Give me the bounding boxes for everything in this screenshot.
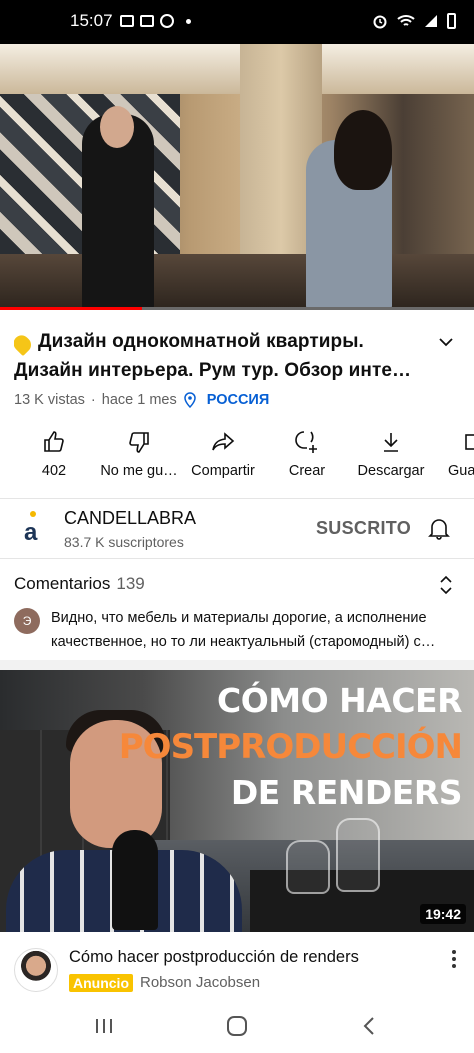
- more-options-icon[interactable]: [452, 950, 456, 968]
- channel-row[interactable]: a CANDELLABRA 83.7 K suscriptores SUSCRI…: [0, 500, 474, 558]
- video-progress-fill: [0, 307, 143, 310]
- comments-count: 139: [116, 574, 145, 593]
- upload-age: hace 1 mes: [101, 392, 177, 408]
- subscriber-count: 83.7 K suscriptores: [64, 534, 184, 550]
- create-button[interactable]: Crear: [262, 428, 352, 479]
- comments-section[interactable]: Comentarios 139 Э Видно, что мебель и мат…: [0, 558, 474, 666]
- advertiser-name: Robson Jacobsen: [140, 974, 261, 991]
- status-time: 15:07: [70, 11, 113, 30]
- whatsapp-notification-icon: [160, 14, 174, 28]
- ad-thumbnail-headline: CÓMO HACER POSTPRODUCCIÓN DE RENDERS: [118, 681, 463, 812]
- location-pin-icon: [183, 392, 196, 408]
- ad-info-row[interactable]: Cómo hacer postproducción de renders Anu…: [0, 934, 474, 1006]
- signal-icon: [425, 15, 437, 27]
- ad-badge: Anuncio: [69, 974, 133, 992]
- subscribed-button[interactable]: SUSCRITO: [316, 518, 411, 539]
- channel-avatar[interactable]: a: [16, 510, 50, 546]
- bell-icon[interactable]: [428, 516, 450, 540]
- back-icon[interactable]: [362, 1016, 376, 1036]
- youtube-notification-icon: [140, 15, 154, 27]
- wifi-icon: [397, 15, 415, 26]
- video-title: Дизайн однокомнатной квартиры. Дизайн ин…: [14, 327, 424, 385]
- ad-thumbnail[interactable]: CÓMO HACER POSTPRODUCCIÓN DE RENDERS 19:…: [0, 670, 474, 932]
- location-tag[interactable]: РОССИЯ: [207, 392, 270, 408]
- share-icon: [212, 432, 235, 451]
- comment-text: Видно, что мебель и материалы дорогие, а…: [51, 610, 436, 650]
- video-person-left: [82, 106, 154, 310]
- alarm-icon: [373, 15, 387, 29]
- download-button[interactable]: Descargar: [346, 428, 436, 479]
- ad-title[interactable]: Cómo hacer postproducción de renders: [69, 948, 359, 967]
- dislike-button[interactable]: No me gu…: [94, 428, 184, 479]
- download-icon: [384, 433, 398, 452]
- svg-text:a: a: [24, 519, 38, 546]
- view-count: 13 K vistas: [14, 392, 85, 408]
- comments-header: Comentarios 139: [14, 574, 145, 593]
- expand-collapse-icon[interactable]: [438, 574, 454, 596]
- create-icon: [295, 431, 317, 453]
- action-bar: 402 No me gu… Compartir Crear Descargar …: [0, 428, 474, 488]
- comment-author-avatar: Э: [14, 608, 40, 634]
- system-icons: [372, 13, 456, 29]
- save-icon: [465, 434, 474, 450]
- video-player[interactable]: [0, 44, 474, 310]
- channel-name[interactable]: CANDELLABRA: [64, 508, 196, 529]
- chevron-down-icon[interactable]: [438, 334, 454, 350]
- recent-apps-icon[interactable]: [94, 1016, 114, 1036]
- gallery-notification-icon: [120, 15, 134, 27]
- thumbs-up-icon: [44, 431, 64, 452]
- like-button[interactable]: 402: [9, 428, 99, 479]
- video-title-row[interactable]: Дизайн однокомнатной квартиры. Дизайн ин…: [14, 327, 424, 385]
- thumbs-down-icon: [129, 432, 149, 453]
- advertiser-avatar[interactable]: [14, 948, 58, 992]
- video-meta: 13 K vistas · hace 1 mes РОССИЯ: [14, 392, 270, 408]
- duration-badge: 19:42: [420, 904, 466, 924]
- video-progress-bar[interactable]: [0, 307, 474, 310]
- notification-icons: [120, 14, 191, 28]
- microphone: [112, 830, 158, 930]
- battery-icon: [447, 13, 456, 29]
- home-icon[interactable]: [226, 1016, 248, 1036]
- status-bar: 15:07: [0, 0, 474, 44]
- system-nav-bar: [0, 1006, 474, 1053]
- more-notifications-icon: [186, 18, 191, 24]
- yellow-heart-icon: [14, 332, 35, 357]
- share-button[interactable]: Compartir: [178, 428, 268, 479]
- save-button[interactable]: Gua: [430, 428, 474, 479]
- video-person-right: [306, 110, 392, 310]
